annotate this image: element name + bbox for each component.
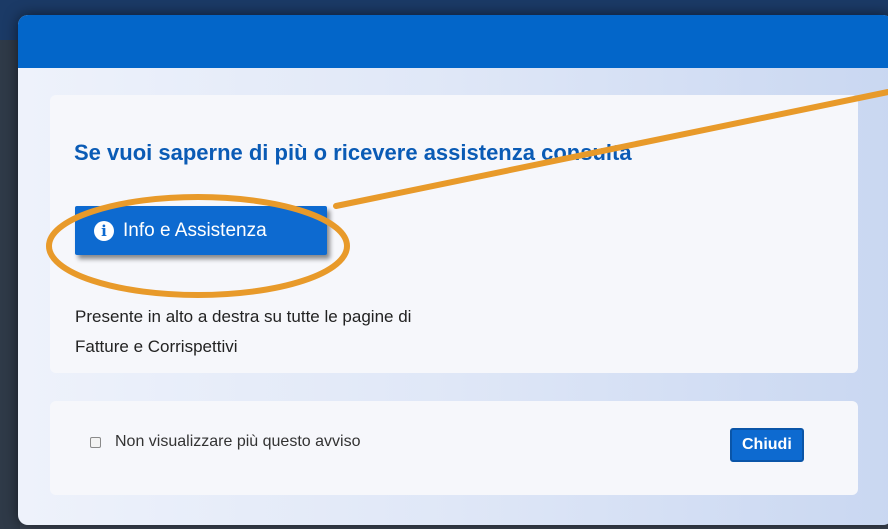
modal-header — [18, 15, 888, 68]
info-assistance-button[interactable]: i Info e Assistenza — [75, 206, 327, 255]
description-text: Presente in alto a destra su tutte le pa… — [75, 302, 411, 362]
modal-headline: Se vuoi saperne di più o ricevere assist… — [74, 140, 632, 165]
dont-show-again-row[interactable]: Non visualizzare più questo avviso — [90, 433, 360, 451]
info-panel: Se vuoi saperne di più o ricevere assist… — [50, 95, 858, 373]
notice-modal: Se vuoi saperne di più o ricevere assist… — [18, 15, 888, 525]
dont-show-again-checkbox[interactable] — [90, 436, 101, 448]
description-line-2: Fatture e Corrispettivi — [75, 337, 238, 356]
description-line-1: Presente in alto a destra su tutte le pa… — [75, 307, 412, 326]
close-button[interactable]: Chiudi — [730, 428, 804, 462]
info-assistance-label: Info e Assistenza — [123, 219, 267, 241]
dont-show-again-label: Non visualizzare più questo avviso — [115, 433, 361, 450]
backdrop-sidebar — [0, 40, 20, 529]
info-circle-icon: i — [94, 220, 114, 241]
footer-panel: Non visualizzare più questo avviso Chiud… — [50, 401, 858, 495]
